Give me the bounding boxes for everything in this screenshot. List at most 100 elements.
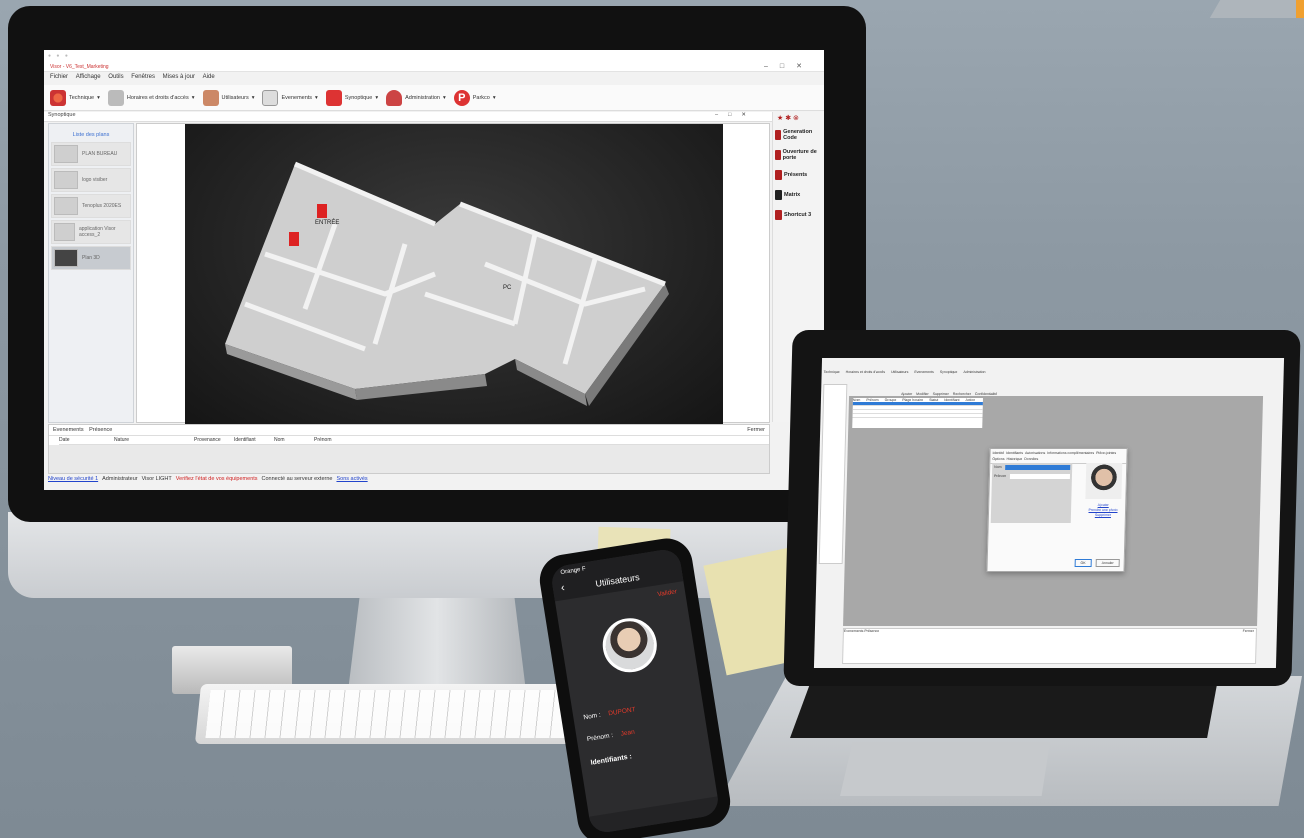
plan-thumbnail	[54, 145, 78, 163]
laptop-tb-administration[interactable]: Administration	[963, 370, 985, 374]
favorites-star-icon[interactable]: ★ ✱ ⊗	[777, 114, 820, 122]
phone-prenom-value[interactable]: Jean	[620, 729, 635, 738]
menu-fichier[interactable]: Fichier	[50, 74, 68, 80]
th-prenom: Prénom	[866, 398, 879, 402]
synoptique-title: Synoptique	[48, 112, 76, 118]
laptop-tb-technique[interactable]: Technique	[824, 370, 840, 374]
laptop-events-panel: Evenements Présence Fermer	[842, 628, 1257, 664]
laptop-tab-evenements[interactable]: Evenements	[844, 629, 864, 633]
status-sounds[interactable]: Sons activés	[336, 476, 367, 486]
toolbar-horaires[interactable]: Horaires et droits d'accès ▾	[107, 89, 195, 106]
plan-label: application Visor access_2	[78, 226, 116, 238]
phone-prenom-row: Prénom : Jean	[586, 729, 635, 743]
dialog-tab-identite[interactable]: Identité	[993, 451, 1005, 455]
3d-floorplan-render: ENTRÉE PC	[225, 161, 669, 406]
plans-list-title[interactable]: Liste des plans	[49, 132, 133, 138]
toolbar-administration[interactable]: Administration ▾	[386, 89, 446, 106]
dialog-tabs: Identité Identifiants Autorisations Info…	[990, 449, 1127, 464]
toolbar-evenements[interactable]: Evenements ▾	[262, 89, 318, 106]
laptop-users-table: Nom Prénom Groupe Plage horaire Statut I…	[852, 398, 984, 428]
dialog-tab-autorisations[interactable]: Autorisations	[1025, 451, 1045, 455]
th-statut: Statut	[929, 398, 939, 402]
phone-valider-button[interactable]: Valider	[657, 588, 678, 598]
events-close-button[interactable]: Fermer	[747, 427, 765, 433]
window-controls[interactable]: –□✕	[764, 62, 814, 70]
admin-user-icon	[386, 89, 403, 106]
keyboard	[194, 684, 610, 744]
toolbar-parkco[interactable]: P Parkco ▾	[453, 89, 496, 106]
3d-floorplan-view[interactable]: ENTRÉE PC	[185, 124, 723, 424]
laptop-tb-synoptique[interactable]: Synoptique	[940, 370, 958, 374]
dialog-tab-pieces[interactable]: Pièce-jointes	[1096, 451, 1116, 455]
shortcut-matrix[interactable]: Matrix	[775, 188, 822, 202]
plan-item[interactable]: Tenoplus 2020ES	[51, 194, 131, 218]
shortcut-presents[interactable]: Présents	[775, 168, 822, 182]
dialog-prenom-input[interactable]	[1010, 474, 1071, 479]
menu-aide[interactable]: Aide	[203, 74, 215, 80]
panel-window-controls[interactable]: –□✕	[715, 112, 756, 118]
dialog-tab-options[interactable]: Options	[992, 457, 1004, 461]
shortcut-label: Generation Code	[783, 129, 813, 141]
phone-carrier: Orange F	[560, 566, 587, 577]
menu-affichage[interactable]: Affichage	[76, 74, 101, 80]
keyboard-keys	[205, 690, 599, 738]
laptop-tb-utilisateurs[interactable]: Utilisateurs	[891, 370, 908, 374]
dialog-ok-button[interactable]: OK	[1074, 559, 1092, 567]
laptop-tree-panel[interactable]	[818, 384, 848, 564]
plan-item-selected[interactable]: Plan 3D	[51, 246, 131, 270]
toolbar-technique[interactable]: Technique ▾	[50, 89, 100, 106]
toolbar-parkco-label: Parkco	[472, 94, 490, 101]
plan-item[interactable]: PLAN BUREAU	[51, 142, 131, 166]
plan-thumbnail	[54, 249, 78, 267]
status-product: Visor LIGHT	[141, 476, 172, 482]
shortcut-icon	[775, 170, 782, 180]
status-security-level[interactable]: Niveau de sécurité 1	[48, 476, 98, 486]
toolbar-utilisateurs[interactable]: Utilisateurs ▾	[202, 89, 254, 106]
shortcut-3[interactable]: Shortcut 3	[775, 208, 822, 222]
dialog-prenom-label: Prénom	[993, 474, 1007, 478]
window-title: Visor - V6_Test_Marketing	[50, 64, 109, 70]
photo-links: Ajouter Prendre une photo Supprimer	[1085, 503, 1121, 518]
th-identifiant: Identifiant	[944, 398, 960, 402]
users-icon	[202, 89, 219, 106]
menu-mises-a-jour[interactable]: Mises à jour	[163, 74, 195, 80]
user-avatar[interactable]	[598, 614, 661, 677]
tab-evenements[interactable]: Evenements	[53, 427, 84, 433]
window-titlebar: ● ● ● Visor - V6_Test_Marketing –□✕	[44, 50, 824, 72]
dialog-cancel-button[interactable]: Annuler	[1095, 559, 1120, 567]
shortcut-generation-code[interactable]: Generation Code	[775, 128, 822, 142]
matrix-icon	[775, 190, 782, 200]
toolbar-synoptique[interactable]: Synoptique ▾	[325, 89, 378, 106]
laptop-tb-evenements[interactable]: Evenements	[914, 370, 934, 374]
menu-fenetres[interactable]: Fenêtres	[131, 74, 155, 80]
plan-item[interactable]: logo visiber	[51, 168, 131, 192]
phone-nom-row: Nom : DUPONT	[583, 706, 636, 721]
menu-outils[interactable]: Outils	[108, 74, 123, 80]
document-icon	[262, 89, 279, 106]
tab-presence[interactable]: Présence	[89, 427, 112, 433]
shortcut-ouverture-porte[interactable]: Ouverture de porte	[775, 148, 822, 162]
table-row[interactable]	[852, 414, 983, 418]
laptop-tab-presence[interactable]: Présence	[864, 629, 879, 633]
dialog-field-prenom[interactable]: Prénom	[992, 472, 1072, 481]
plan-label: PLAN BUREAU	[82, 151, 118, 157]
dialog-tab-donnees[interactable]: Données	[1024, 457, 1038, 461]
events-tabbar: Evenements Présence Fermer	[49, 425, 769, 436]
plan-item[interactable]: application Visor access_2	[51, 220, 131, 244]
th-groupe: Groupe	[884, 398, 897, 402]
phone-nom-value[interactable]: DUPONT	[608, 706, 636, 717]
link-supprimer-photo[interactable]: Supprimer	[1085, 513, 1121, 518]
status-server: Connecté au serveur externe	[261, 476, 333, 482]
shortcut-label: Ouverture de porte	[782, 149, 817, 161]
dialog-tab-infos[interactable]: Informations complémentaires	[1047, 451, 1094, 455]
laptop-events-close[interactable]: Fermer	[1243, 629, 1254, 633]
laptop-tb-horaires[interactable]: Horaires et droits d'accès	[846, 370, 885, 374]
col-prenom: Prénom	[314, 437, 332, 443]
window-dots-icon: ● ● ●	[48, 53, 70, 59]
dialog-tab-identifiants[interactable]: Identifiants	[1006, 451, 1023, 455]
dialog-tab-historique[interactable]: Historique	[1006, 457, 1022, 461]
dialog-nom-input[interactable]	[1005, 465, 1071, 470]
floorplan-icon	[325, 89, 342, 106]
plan-label: Tenoplus 2020ES	[82, 203, 122, 209]
dialog-field-nom[interactable]: Nom	[992, 463, 1072, 472]
